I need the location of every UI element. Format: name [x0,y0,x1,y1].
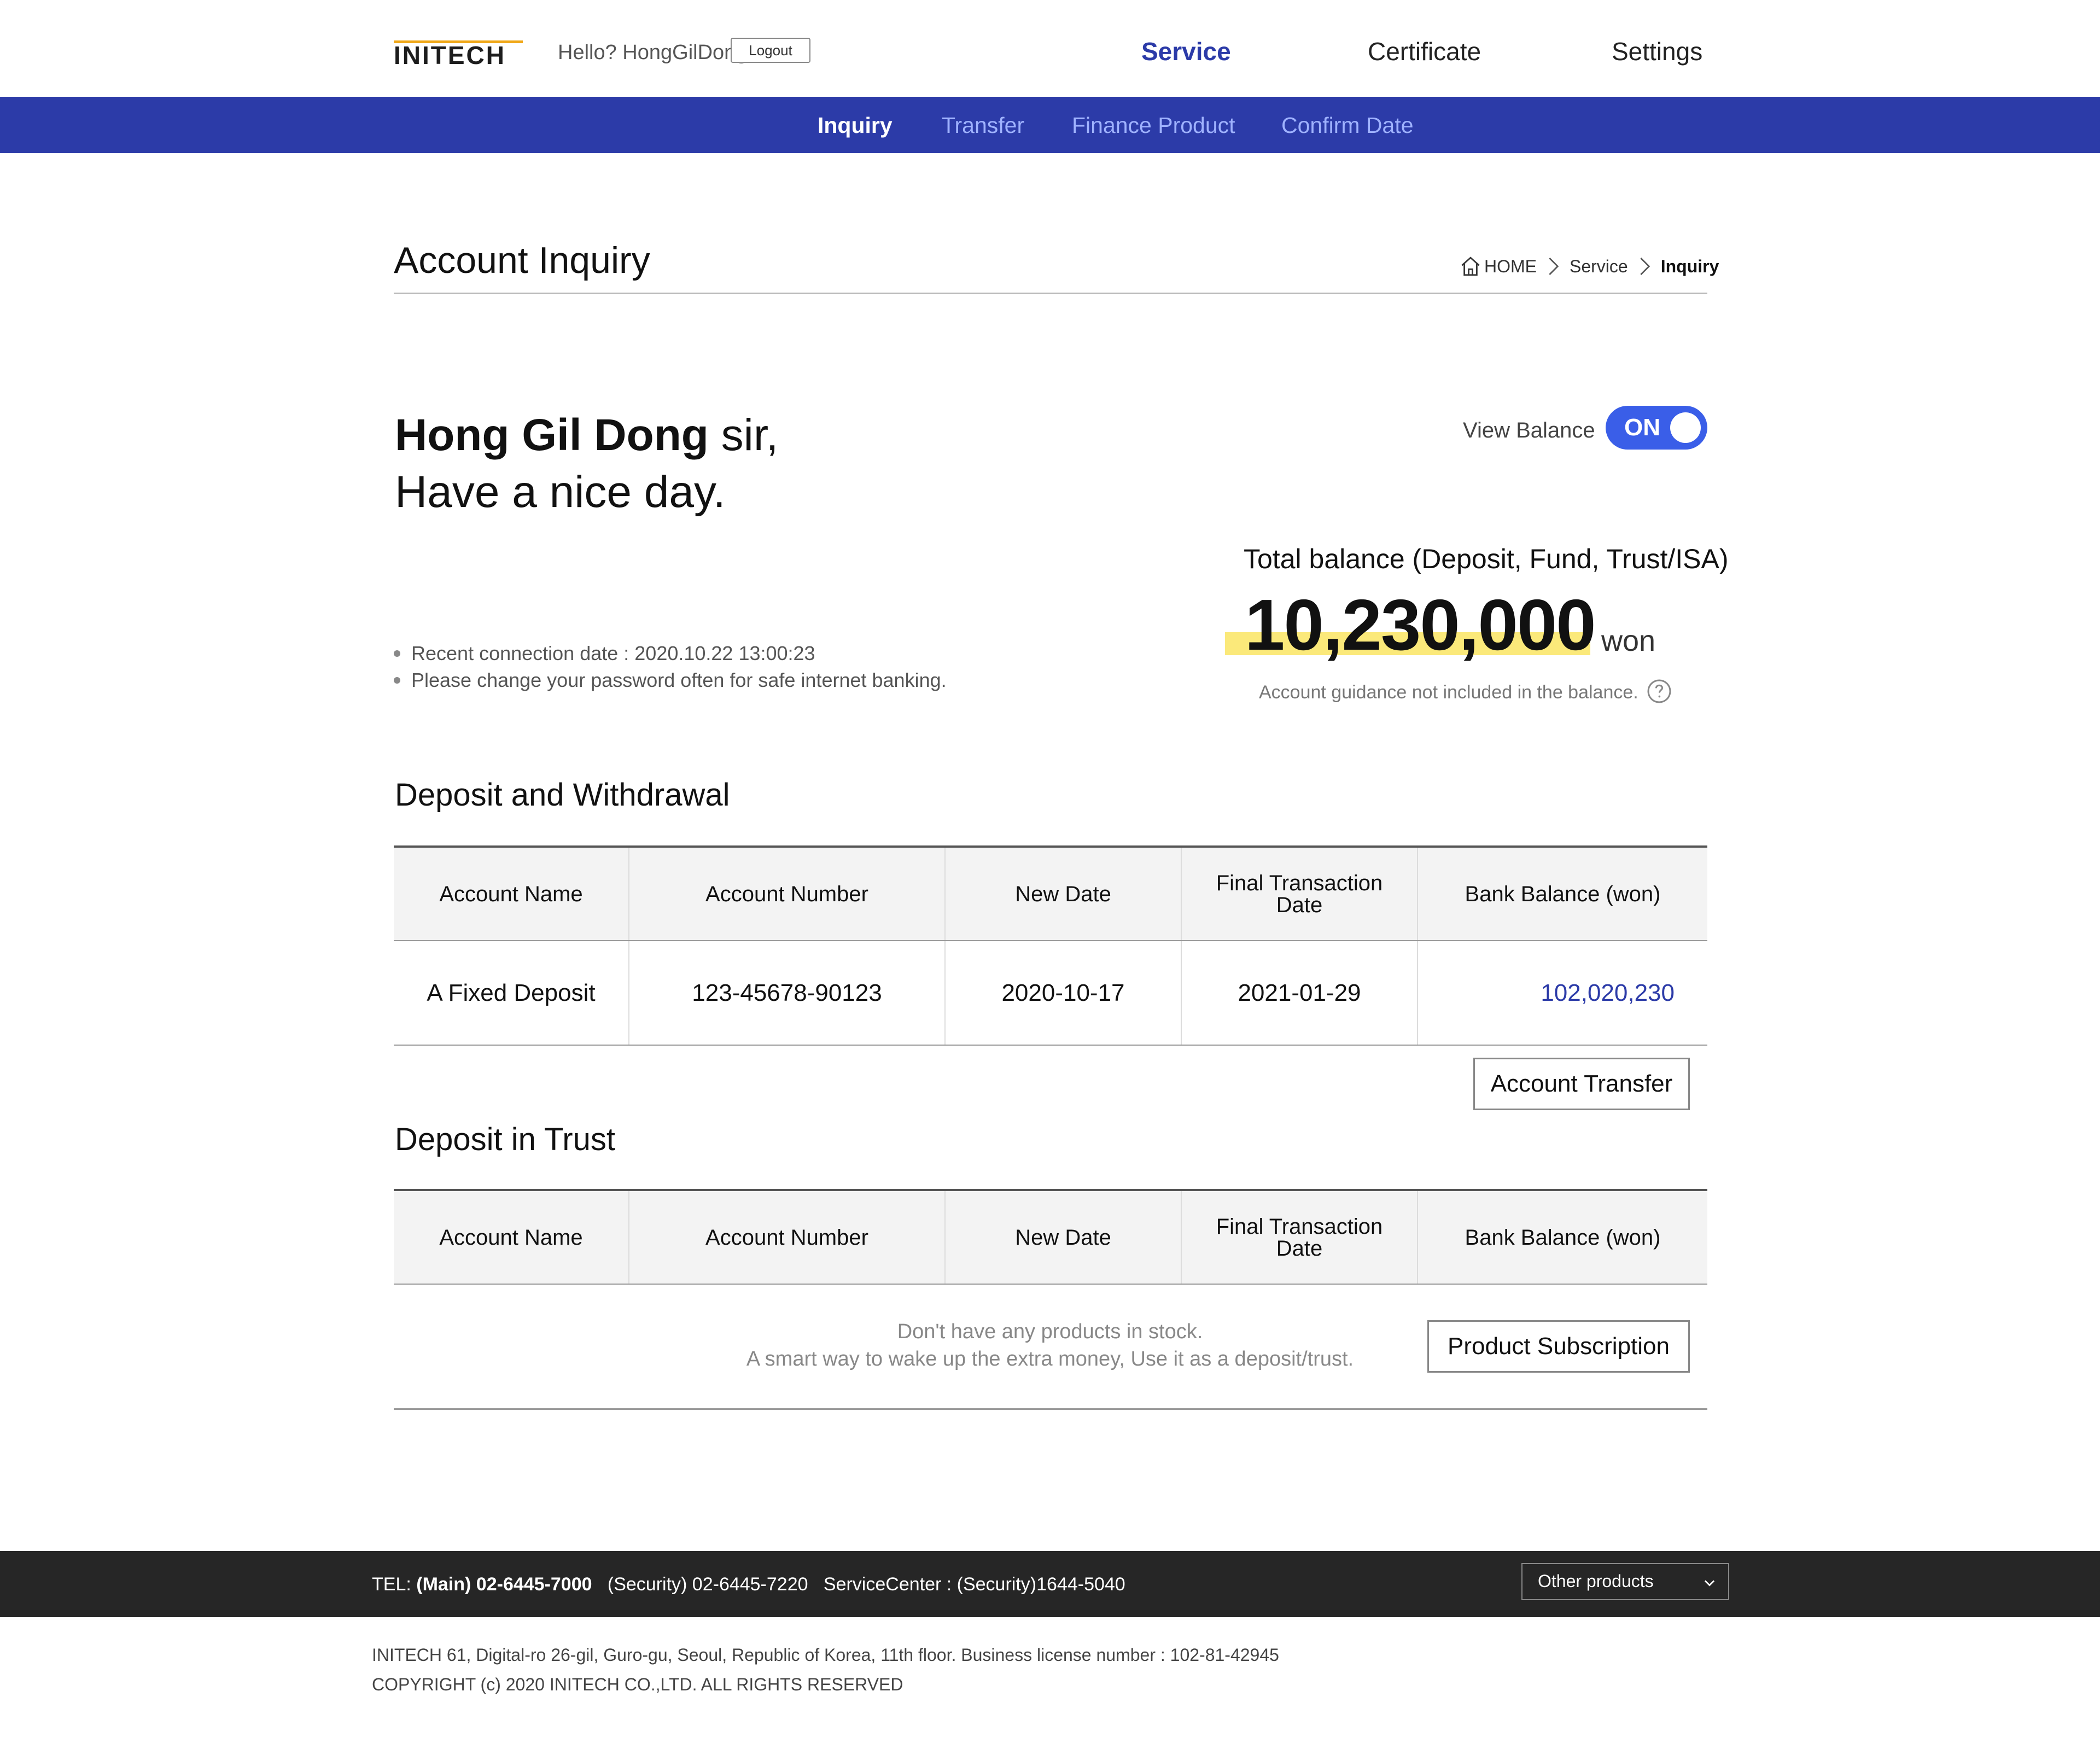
column-header: Bank Balance (won) [1418,847,1707,941]
deposit-table: Account Name Account Number New Date Fin… [394,845,1707,1046]
customer-name: Hong Gil Dong [395,410,709,460]
password-notice: Please change your password often for sa… [394,668,947,693]
welcome-greeting: Hong Gil Dong sir, [395,409,778,462]
final-date-cell: 2021-01-29 [1181,941,1418,1046]
nav-certificate[interactable]: Certificate [1368,36,1481,67]
company-address: INITECH 61, Digital-ro 26-gil, Guro-gu, … [372,1645,1279,1665]
bullet-icon [394,650,400,657]
breadcrumb-inquiry: Inquiry [1660,256,1719,276]
subnav-confirm-date[interactable]: Confirm Date [1281,111,1414,139]
service-center: ServiceCenter : (Security)1644-5040 [823,1574,1125,1595]
breadcrumb: HOME Service Inquiry [1459,253,1721,280]
empty-state-message: Don't have any products in stock. [897,1320,1203,1343]
new-date-cell: 2020-10-17 [945,941,1182,1046]
top-header: INITECH Hello? HongGilDong Logout Servic… [0,0,2100,97]
account-number-cell: 123-45678-90123 [629,941,946,1046]
page-title: Account Inquiry [394,240,650,281]
recent-connection-notice: Recent connection date : 2020.10.22 13:0… [394,641,815,666]
total-balance-label: Total balance (Deposit, Fund, Trust/ISA) [1244,544,1729,574]
nav-service[interactable]: Service [1141,36,1231,67]
notice-text: Please change your password often for sa… [411,669,947,691]
chevron-right-icon [1640,258,1650,275]
initech-logo[interactable]: INITECH [394,40,523,69]
column-header: Account Number [629,1190,946,1285]
chevron-down-icon [1704,1580,1715,1587]
logout-button[interactable]: Logout [731,38,810,63]
footer-contact: TEL: (Main) 02-6445-7000 (Security) 02-6… [372,1571,1125,1598]
copyright: COPYRIGHT (c) 2020 INITECH CO.,LTD. ALL … [372,1675,903,1694]
trust-table-bottom-rule [394,1408,1707,1410]
table-header-row: Account Name Account Number New Date Fin… [394,847,1707,941]
column-header: Account Name [394,1190,629,1285]
subnav-inquiry[interactable]: Inquiry [818,111,892,139]
column-header: New Date [945,1190,1182,1285]
notice-text: Recent connection date : 2020.10.22 13:0… [411,642,815,664]
account-transfer-button[interactable]: Account Transfer [1473,1058,1690,1110]
breadcrumb-home[interactable]: HOME [1484,256,1537,277]
table-header-row: Account Name Account Number New Date Fin… [394,1190,1707,1285]
user-greeting: Hello? HongGilDong [558,41,748,64]
footer-bar: TEL: (Main) 02-6445-7000 (Security) 02-6… [0,1551,2100,1617]
toggle-state-label: ON [1624,414,1660,441]
column-header: Final Transaction Date [1181,847,1418,941]
trust-section-title: Deposit in Trust [395,1122,615,1157]
deposit-section-title: Deposit and Withdrawal [395,777,730,813]
account-name-cell: A Fixed Deposit [394,941,629,1046]
tel-label: TEL: [372,1574,411,1595]
empty-state-hint: A smart way to wake up the extra money, … [746,1348,1354,1370]
welcome-message: Have a nice day. [395,467,726,517]
chevron-right-icon [1549,258,1559,275]
security-phone: (Security) 02-6445-7220 [607,1574,808,1595]
product-subscription-button[interactable]: Product Subscription [1427,1320,1690,1373]
question-circle-icon[interactable] [1646,678,1672,704]
other-products-label: Other products [1538,1571,1654,1591]
sub-navigation: Inquiry Transfer Finance Product Confirm… [0,97,2100,153]
column-header: Account Number [629,847,946,941]
other-products-select[interactable]: Other products [1521,1563,1729,1600]
column-header: Account Name [394,847,629,941]
toggle-knob [1670,412,1701,443]
breadcrumb-service[interactable]: Service [1570,256,1628,277]
subnav-finance-product[interactable]: Finance Product [1072,111,1235,139]
balance-note: Account guidance not included in the bal… [1259,682,1638,703]
nav-settings[interactable]: Settings [1612,36,1702,67]
view-balance-label: View Balance [1463,418,1595,442]
column-header: Bank Balance (won) [1418,1190,1707,1285]
bank-balance-cell[interactable]: 102,020,230 [1418,941,1707,1046]
logo-text: INITECH [394,41,506,69]
total-balance-amount: 10,230,000 [1245,585,1596,665]
home-icon[interactable] [1459,255,1482,278]
column-header: Final Transaction Date [1181,1190,1418,1285]
main-phone: (Main) 02-6445-7000 [416,1574,592,1595]
view-balance-toggle[interactable]: ON [1606,406,1707,450]
title-divider [394,293,1707,294]
table-row[interactable]: A Fixed Deposit 123-45678-90123 2020-10-… [394,941,1707,1046]
column-header: New Date [945,847,1182,941]
bullet-icon [394,677,400,684]
currency-unit: won [1601,625,1656,657]
subnav-transfer[interactable]: Transfer [942,111,1024,139]
trust-table: Account Name Account Number New Date Fin… [394,1189,1707,1285]
welcome-suffix: sir, [708,410,779,460]
